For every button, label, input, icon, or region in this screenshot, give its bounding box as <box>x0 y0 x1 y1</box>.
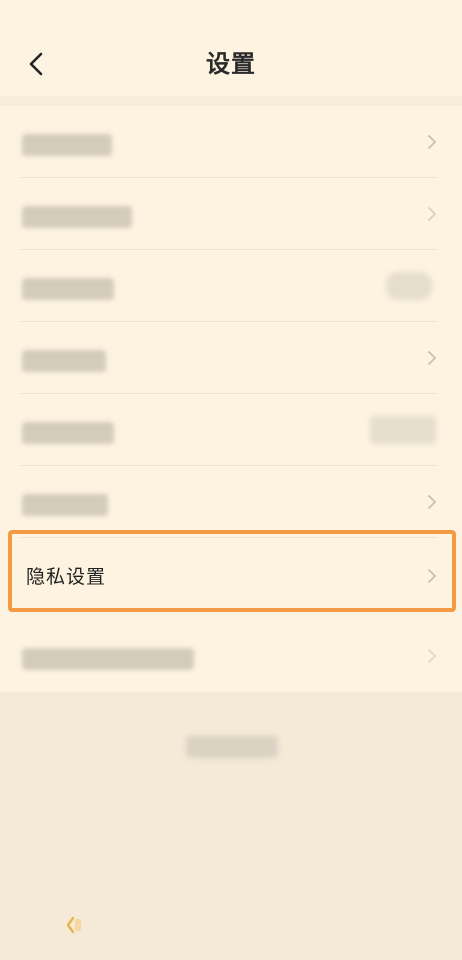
obscured-label <box>22 648 194 670</box>
privacy-settings-row[interactable]: 隐私设置 <box>0 538 462 614</box>
chevron-right-icon <box>428 495 436 509</box>
settings-row[interactable] <box>0 620 462 692</box>
obscured-label <box>22 206 132 228</box>
obscured-label <box>22 350 106 372</box>
obscured-label <box>22 134 112 156</box>
chevron-right-icon <box>428 207 436 221</box>
settings-row[interactable] <box>0 394 462 466</box>
obscured-label <box>22 278 114 300</box>
privacy-settings-label: 隐私设置 <box>26 566 107 588</box>
settings-row[interactable] <box>0 250 462 322</box>
obscured-footer-text <box>186 736 278 758</box>
chevron-right-icon <box>428 135 436 149</box>
settings-row[interactable] <box>0 466 462 538</box>
chevron-right-icon <box>428 649 436 663</box>
page-title: 设置 <box>206 50 256 78</box>
header-bar: 设置 <box>0 0 462 96</box>
settings-row[interactable] <box>0 106 462 178</box>
settings-row[interactable] <box>0 322 462 394</box>
chevron-right-icon <box>428 569 436 583</box>
settings-list: 隐私设置 <box>0 106 462 692</box>
header-divider <box>0 96 462 106</box>
obscured-label <box>22 422 114 444</box>
chevron-right-icon <box>428 351 436 365</box>
settings-screen: 设置 隐私设置 <box>0 0 462 960</box>
settings-row[interactable] <box>0 178 462 250</box>
obscured-value <box>386 272 432 300</box>
obscured-label <box>22 494 108 516</box>
corner-mark-icon <box>66 916 81 934</box>
obscured-value <box>370 416 436 444</box>
